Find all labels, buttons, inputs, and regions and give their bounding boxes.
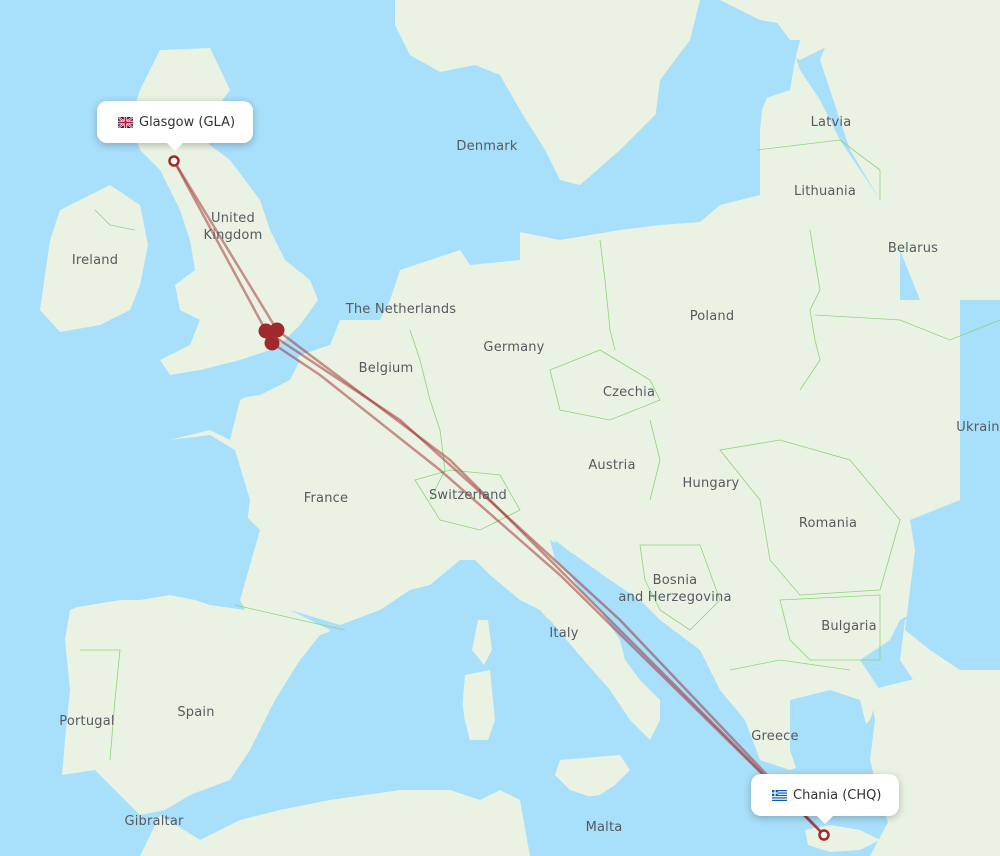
country-label: Latvia (810, 115, 852, 130)
origin-popup[interactable]: Glasgow (GLA) (97, 101, 254, 151)
destination-marker[interactable] (818, 829, 830, 841)
country-label: Romania (798, 516, 858, 531)
country-label: Bulgaria (821, 619, 877, 634)
country-label: Poland (689, 309, 735, 324)
country-label: Belarus (887, 241, 939, 256)
country-label: Greece (751, 729, 799, 744)
country-label: Italy (549, 626, 579, 641)
country-label: Czechia (602, 385, 656, 400)
country-label: The Netherlands (345, 302, 457, 317)
layover-marker[interactable] (269, 322, 285, 338)
country-label: Ukrain (956, 420, 1000, 435)
origin-marker[interactable] (168, 155, 180, 167)
country-label: Denmark (456, 139, 518, 154)
bay-of-biscay (0, 430, 250, 610)
layover-marker[interactable] (264, 335, 280, 351)
destination-popup[interactable]: Chania (CHQ) (751, 774, 900, 824)
greece-flag-icon (772, 789, 787, 801)
country-label: France (303, 491, 349, 506)
country-label: Belgium (358, 361, 414, 376)
country-label: Spain (177, 705, 215, 720)
country-label: Bosnia and Herzegovina (618, 572, 732, 605)
country-label: Lithuania (793, 184, 857, 199)
country-label: Hungary (682, 476, 740, 491)
country-label: United Kingdom (203, 210, 263, 243)
country-label: Malta (585, 820, 623, 835)
country-label: Portugal (59, 714, 115, 729)
country-label: Austria (588, 458, 636, 473)
destination-label: Chania (CHQ) (793, 787, 882, 803)
country-label: Switzerland (428, 488, 508, 503)
origin-label: Glasgow (GLA) (139, 114, 236, 130)
country-label: Ireland (71, 253, 119, 268)
country-label: Germany (483, 340, 545, 355)
country-label: Gibraltar (124, 814, 184, 829)
uk-flag-icon (117, 115, 134, 129)
